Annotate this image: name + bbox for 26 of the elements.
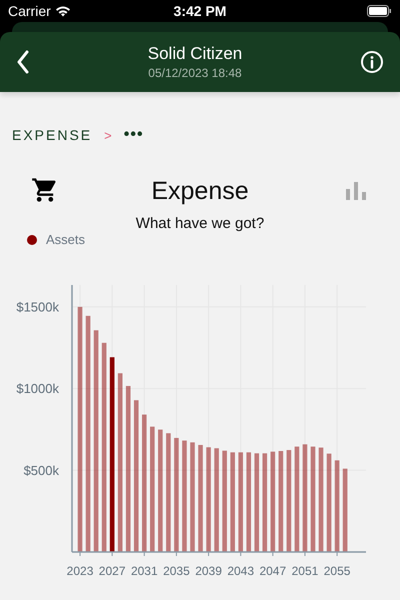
screen-title: Solid Citizen (148, 44, 242, 64)
x-tick-label: 2023 (66, 564, 94, 578)
x-tick-label: 2035 (163, 564, 190, 578)
wifi-icon (54, 5, 71, 17)
back-button[interactable] (16, 50, 30, 74)
x-tick-label: 2027 (98, 564, 126, 578)
breadcrumb-link[interactable]: EXPENSE (12, 127, 92, 143)
info-button[interactable] (360, 50, 384, 74)
card-subtitle: What have we got? (136, 215, 264, 232)
card-title: Expense (151, 177, 249, 206)
x-tick-label: 2047 (259, 564, 286, 578)
battery-icon (367, 5, 392, 17)
screen-subtitle: 05/12/2023 18:48 (148, 66, 242, 80)
x-tick-label: 2039 (195, 564, 222, 578)
x-tick-label: 2031 (130, 564, 158, 578)
clock-time: 3:42 PM (174, 3, 226, 19)
carrier-name: Carrier (8, 3, 51, 19)
y-tick-label: $500k (24, 462, 59, 478)
legend-label: Assets (46, 232, 86, 247)
y-tick-label: $1000k (16, 381, 59, 396)
x-tick-label: 2051 (292, 564, 318, 578)
more-button[interactable]: ••• (124, 126, 144, 144)
breadcrumb-separator: > (104, 128, 112, 142)
x-tick-label: 2055 (324, 564, 350, 578)
y-tick-label: $1500k (16, 299, 59, 314)
x-tick-label: 2043 (227, 564, 254, 578)
